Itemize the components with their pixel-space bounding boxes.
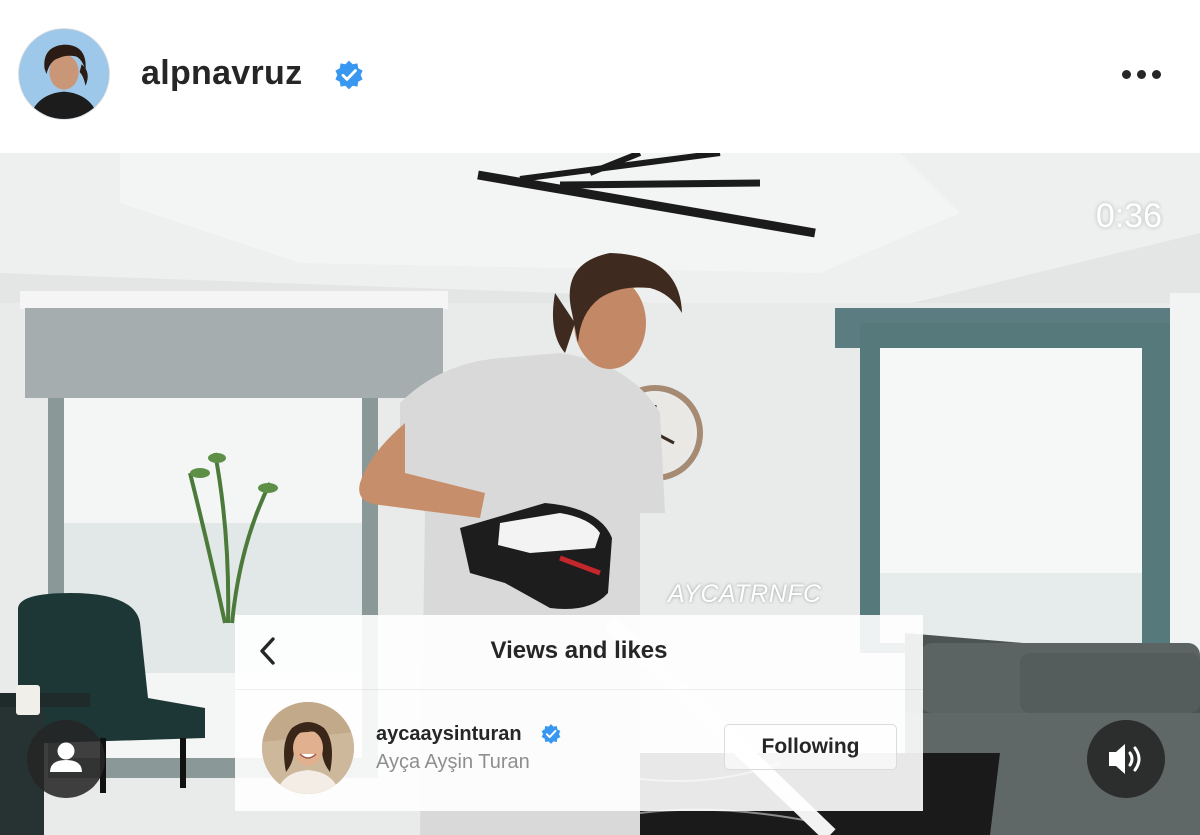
verified-badge-icon bbox=[335, 60, 363, 90]
more-options-button[interactable] bbox=[1118, 62, 1164, 86]
liker-full-name: Ayça Ayşin Turan bbox=[376, 751, 530, 773]
sound-toggle-button[interactable] bbox=[1087, 720, 1165, 798]
avatar-image bbox=[19, 29, 109, 119]
dot bbox=[1121, 69, 1131, 79]
post-username[interactable]: alpnavruz bbox=[141, 54, 302, 93]
dot bbox=[1136, 69, 1146, 79]
panel-title: Views and likes bbox=[490, 637, 668, 664]
video-timer: 0:36 bbox=[1095, 197, 1162, 235]
liker-avatar-image bbox=[262, 702, 354, 794]
views-likes-panel: Views and likes aycaaysinturan Ayça Ayşi… bbox=[235, 615, 923, 811]
speaker-on-icon bbox=[1109, 744, 1141, 774]
dot bbox=[1151, 69, 1161, 79]
verified-badge-icon bbox=[541, 724, 561, 744]
panel-divider bbox=[235, 689, 923, 690]
user-tag-icon bbox=[50, 742, 82, 772]
following-button[interactable]: Following bbox=[724, 724, 897, 770]
liker-avatar[interactable] bbox=[262, 702, 354, 794]
tagged-users-button[interactable] bbox=[27, 720, 105, 798]
video-player[interactable]: 0:36 AYCATRNFC Views and likes aycaaysin… bbox=[0, 153, 1200, 835]
post-header: alpnavruz bbox=[0, 0, 1200, 153]
profile-avatar[interactable] bbox=[18, 28, 110, 120]
watermark-text: AYCATRNFC bbox=[668, 580, 822, 608]
liker-username[interactable]: aycaaysinturan bbox=[376, 723, 522, 746]
